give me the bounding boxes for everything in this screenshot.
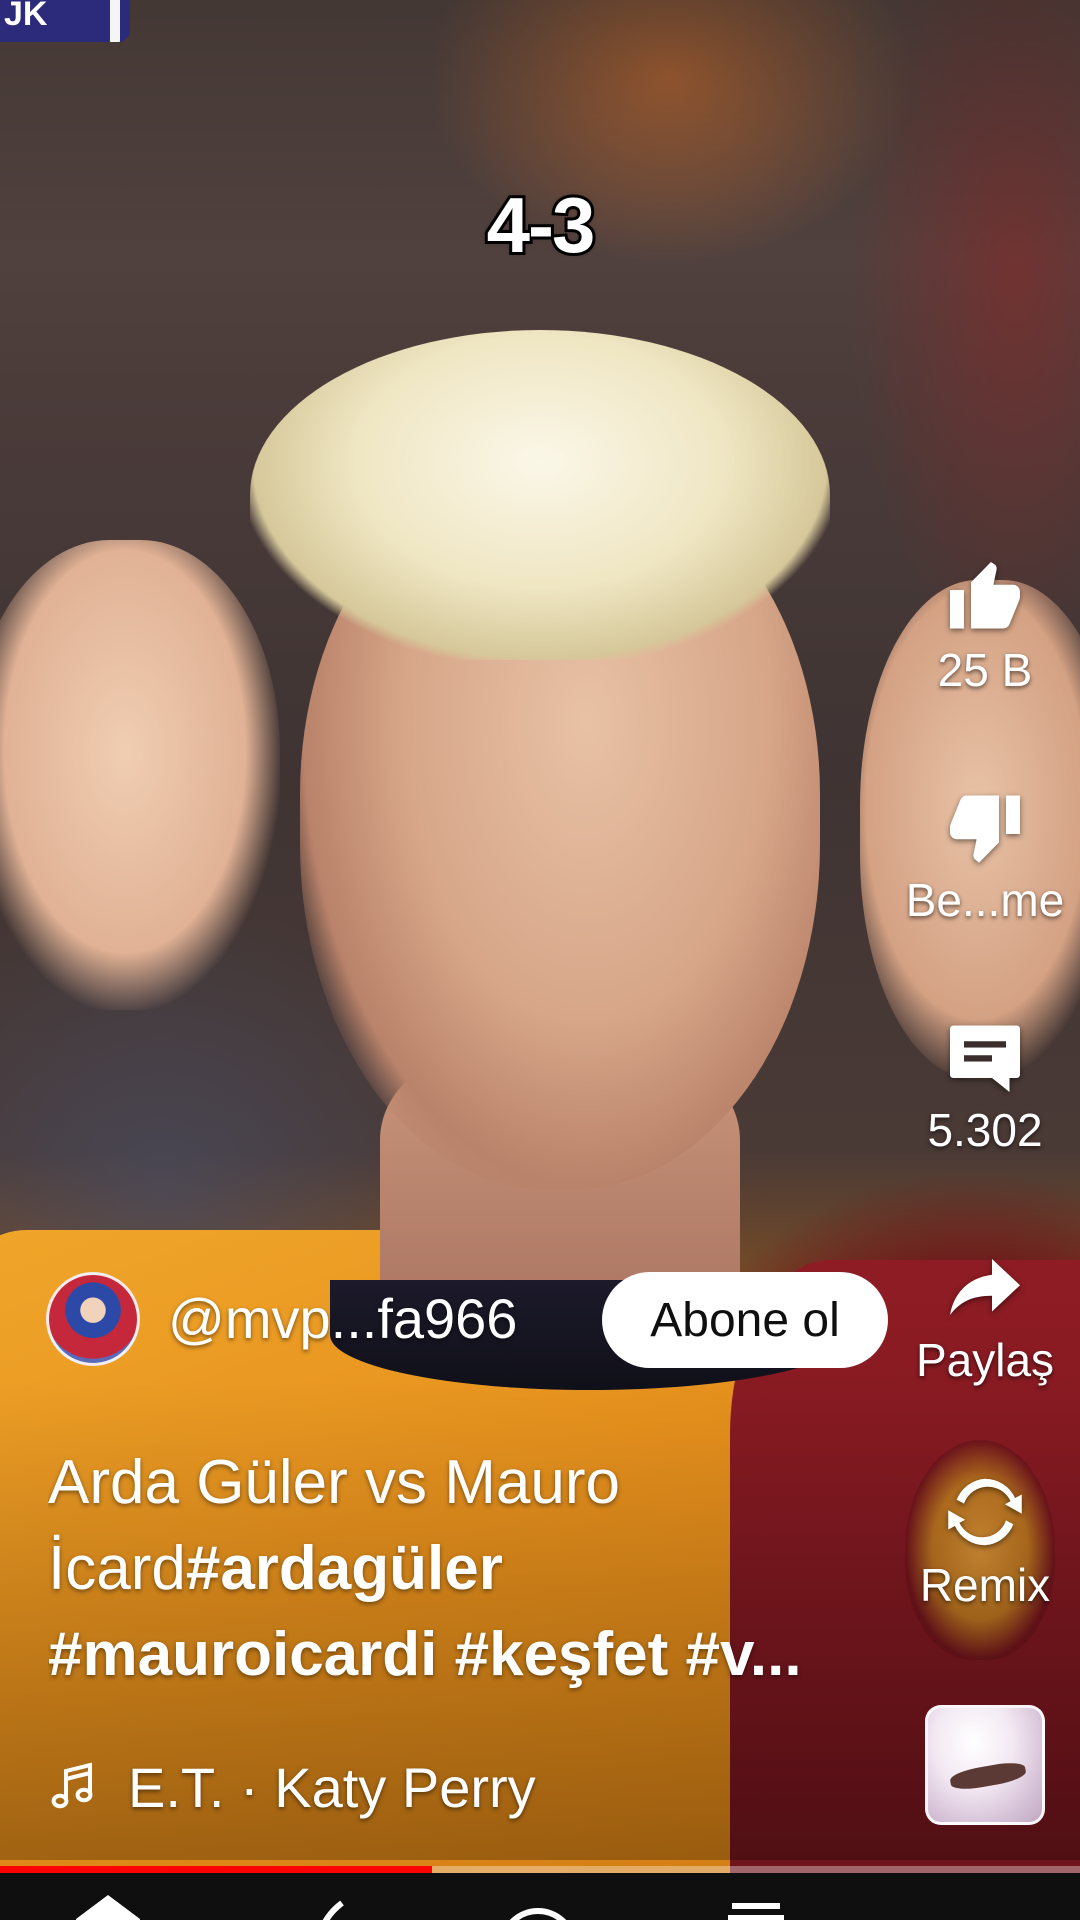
bottom-nav	[0, 1873, 1080, 1920]
channel-row: @mvp...fa966 Abone ol	[46, 1272, 888, 1368]
music-row[interactable]: E.T. · Katy Perry	[50, 1752, 850, 1822]
thumb-up-icon	[943, 555, 1027, 639]
dislike-label: Be...me	[905, 874, 1065, 926]
share-button[interactable]: Paylaş	[900, 1245, 1070, 1387]
share-icon	[943, 1245, 1027, 1329]
remix-label: Remix	[919, 1559, 1051, 1611]
home-icon	[76, 1895, 140, 1920]
score-badge-text: JK	[4, 0, 48, 33]
shorts-player[interactable]: JK 4-3 25 B Be...me 5.302 Paylaş Remix @…	[0, 0, 1080, 1920]
nav-shorts[interactable]	[290, 1891, 370, 1920]
video-hair	[250, 330, 830, 660]
score-badge: JK	[0, 0, 130, 42]
title-line-2: İcard#ardagüler	[48, 1526, 888, 1612]
like-button[interactable]: 25 B	[900, 555, 1070, 697]
comments-button[interactable]: 5.302	[900, 1015, 1070, 1157]
like-count: 25 B	[937, 644, 1033, 696]
remix-button[interactable]: Remix	[900, 1470, 1070, 1612]
video-progress-fill	[0, 1866, 432, 1873]
title-line-1: Arda Güler vs Mauro	[48, 1440, 888, 1526]
title-text-2: İcard	[48, 1534, 186, 1603]
sound-thumbnail-figure	[948, 1759, 1028, 1793]
share-label: Paylaş	[915, 1334, 1055, 1386]
music-note-icon	[50, 1759, 98, 1815]
sound-thumbnail[interactable]	[925, 1705, 1045, 1825]
hashtag-ardaguler[interactable]: #ardagüler	[186, 1534, 503, 1603]
title-line-3-hashtags[interactable]: #mauroicardi #keşfet #v...	[48, 1612, 888, 1698]
nav-create[interactable]	[498, 1891, 578, 1920]
subscriptions-icon	[728, 1903, 784, 1920]
remix-icon	[943, 1470, 1027, 1554]
video-progress-bar[interactable]	[0, 1866, 1080, 1873]
subscribe-button[interactable]: Abone ol	[602, 1272, 888, 1368]
create-icon	[509, 1908, 567, 1920]
title-text-1: Arda Güler vs Mauro	[48, 1448, 620, 1517]
channel-handle[interactable]: @mvp...fa966	[168, 1286, 517, 1351]
music-track: E.T. · Katy Perry	[128, 1755, 536, 1819]
scoreline-caption: 4-3	[484, 178, 599, 272]
video-hand-left	[0, 540, 280, 1010]
score-badge-bar	[110, 0, 120, 42]
comment-icon	[943, 1015, 1027, 1099]
thumb-down-icon	[943, 785, 1027, 869]
video-title[interactable]: Arda Güler vs Mauro İcard#ardagüler #mau…	[48, 1440, 888, 1698]
nav-subscriptions[interactable]	[716, 1891, 796, 1920]
nav-home[interactable]	[68, 1891, 148, 1920]
comment-count: 5.302	[927, 1104, 1043, 1156]
dislike-button[interactable]: Be...me	[900, 785, 1070, 927]
shorts-icon	[322, 1900, 344, 1920]
channel-avatar[interactable]	[46, 1272, 140, 1366]
